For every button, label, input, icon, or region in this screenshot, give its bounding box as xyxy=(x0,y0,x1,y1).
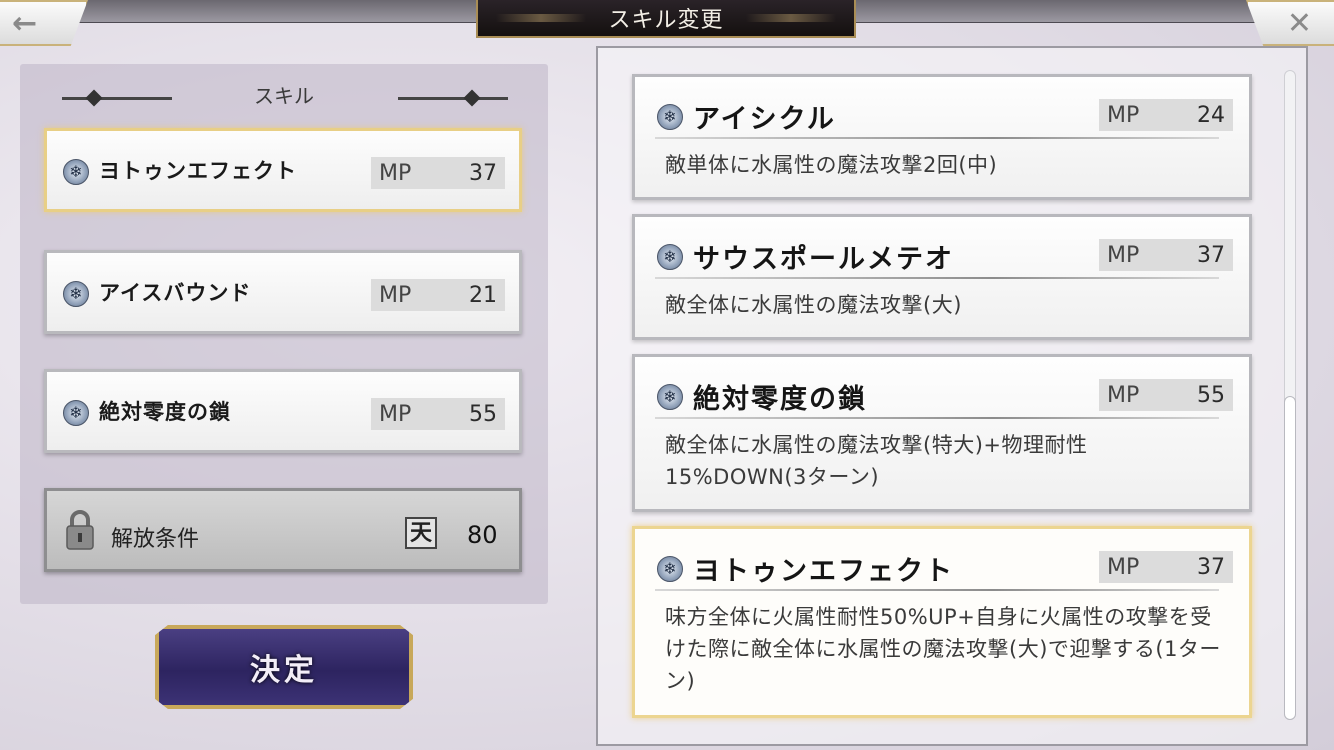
skill-description: 敵単体に水属性の魔法攻撃2回(中) xyxy=(665,153,998,177)
mp-value: 55 xyxy=(1197,382,1225,408)
divider xyxy=(655,417,1219,419)
skill-description: 敵全体に水属性の魔法攻撃(特大)+物理耐性15%DOWN(3ターン) xyxy=(665,433,1088,489)
back-arrow-icon: ← xyxy=(12,5,38,41)
skill-description: 敵全体に水属性の魔法攻撃(大) xyxy=(665,293,962,317)
title-plate: スキル変更 xyxy=(476,0,856,38)
mp-badge: MP 55 xyxy=(371,398,505,430)
section-title: スキル xyxy=(254,84,314,108)
title-ornament-left xyxy=(496,14,586,22)
lock-icon xyxy=(66,510,94,550)
decide-label: 決定 xyxy=(250,653,318,688)
skill-name: ヨトゥンエフェクト xyxy=(99,158,297,183)
scrollbar-thumb[interactable] xyxy=(1284,396,1296,720)
skill-list-item[interactable]: ❄ 絶対零度の鎖 MP 55 敵全体に水属性の魔法攻撃(特大)+物理耐性15%D… xyxy=(632,354,1252,512)
decide-button[interactable]: 決定 xyxy=(155,625,413,709)
skill-slot-1[interactable]: ❄ ヨトゥンエフェクト MP 37 xyxy=(44,128,522,212)
skill-slot-3[interactable]: ❄ 絶対零度の鎖 MP 55 xyxy=(44,369,522,453)
page-title: スキル変更 xyxy=(608,8,724,33)
skill-list-item-selected[interactable]: ❄ ヨトゥンエフェクト MP 37 味方全体に火属性耐性50%UP+自身に火属性… xyxy=(632,526,1252,718)
snowflake-icon: ❄ xyxy=(63,159,89,185)
skill-name: 絶対零度の鎖 xyxy=(99,399,231,424)
close-button[interactable]: ✕ xyxy=(1246,0,1334,46)
snowflake-icon: ❄ xyxy=(63,281,89,307)
skill-name: ヨトゥンエフェクト xyxy=(693,556,954,587)
skill-name: 絶対零度の鎖 xyxy=(693,384,867,415)
snowflake-icon: ❄ xyxy=(657,384,683,410)
mp-value: 37 xyxy=(469,160,497,186)
divider xyxy=(655,277,1219,279)
skill-name: アイシクル xyxy=(693,104,836,135)
unlock-value: 80 xyxy=(467,521,498,549)
ornament-right xyxy=(398,97,508,100)
skill-name: アイスバウンド xyxy=(99,280,252,305)
mp-value: 37 xyxy=(1197,242,1225,268)
mp-value: 37 xyxy=(1197,554,1225,580)
mp-badge: MP 55 xyxy=(1099,379,1233,411)
mp-value: 24 xyxy=(1197,102,1225,128)
unlock-label: 解放条件 xyxy=(111,527,200,552)
snowflake-icon: ❄ xyxy=(657,104,683,130)
skill-description: 味方全体に火属性耐性50%UP+自身に火属性の攻撃を受けた際に敵全体に水属性の魔… xyxy=(665,605,1221,693)
ten-icon: 天 xyxy=(405,517,437,549)
divider xyxy=(655,137,1219,139)
mp-badge: MP 24 xyxy=(1099,99,1233,131)
mp-badge: MP 37 xyxy=(371,157,505,189)
skill-slot-2[interactable]: ❄ アイスバウンド MP 21 xyxy=(44,250,522,334)
close-icon: ✕ xyxy=(1286,5,1312,41)
back-button[interactable]: ← xyxy=(0,0,88,46)
mp-value: 21 xyxy=(469,282,497,308)
unlock-condition-slot[interactable]: 解放条件 天 80 xyxy=(44,488,522,572)
mp-badge: MP 37 xyxy=(1099,551,1233,583)
title-ornament-right xyxy=(746,14,836,22)
skill-list-item[interactable]: ❄ サウスポールメテオ MP 37 敵全体に水属性の魔法攻撃(大) xyxy=(632,214,1252,340)
snowflake-icon: ❄ xyxy=(63,400,89,426)
mp-badge: MP 37 xyxy=(1099,239,1233,271)
mp-value: 55 xyxy=(469,401,497,427)
mp-badge: MP 21 xyxy=(371,279,505,311)
snowflake-icon: ❄ xyxy=(657,556,683,582)
snowflake-icon: ❄ xyxy=(657,244,683,270)
divider xyxy=(655,589,1219,591)
skill-name: サウスポールメテオ xyxy=(693,244,954,275)
skill-list-item[interactable]: ❄ アイシクル MP 24 敵単体に水属性の魔法攻撃2回(中) xyxy=(632,74,1252,200)
